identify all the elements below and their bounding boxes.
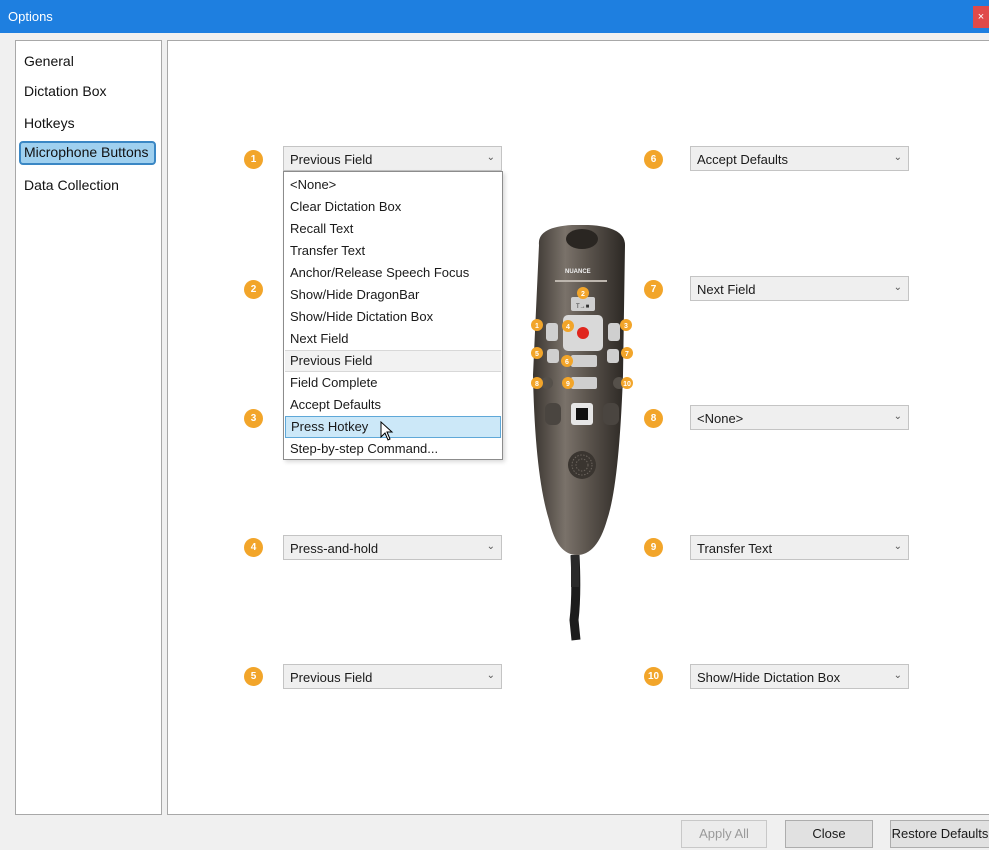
button-6-action-select[interactable]: Accept Defaults ⌄ — [690, 146, 909, 171]
device-callout-label: 7 — [625, 351, 629, 358]
device-callout-label: 1 — [535, 323, 539, 330]
select-value: Transfer Text — [697, 541, 773, 556]
right-key — [608, 323, 620, 341]
dropdown-option[interactable]: Clear Dictation Box — [285, 196, 501, 218]
dropdown-option[interactable]: Field Complete — [285, 372, 501, 394]
button-number-badge: 3 — [244, 409, 263, 428]
close-button[interactable]: Close — [785, 820, 873, 848]
button-number-badge: 7 — [644, 280, 663, 299]
button-number-badge: 1 — [244, 150, 263, 169]
select-value: Next Field — [697, 282, 756, 297]
device-callout-label: 3 — [624, 323, 628, 330]
button-10-action-select[interactable]: Show/Hide Dictation Box ⌄ — [690, 664, 909, 689]
play-stop-key — [571, 355, 597, 367]
device-callout-label: 5 — [535, 351, 539, 358]
dropdown-option[interactable]: Anchor/Release Speech Focus — [285, 262, 501, 284]
stop-icon — [576, 408, 588, 420]
device-callout-label: 6 — [565, 359, 569, 366]
forward-key — [607, 349, 619, 363]
dropdown-option[interactable]: Recall Text — [285, 218, 501, 240]
select-value: Show/Hide Dictation Box — [697, 670, 841, 685]
button-number-badge: 9 — [644, 538, 663, 557]
button-number-badge: 5 — [244, 667, 263, 686]
chevron-down-icon: ⌄ — [893, 541, 902, 552]
dropdown-option[interactable]: Show/Hide Dictation Box — [285, 306, 501, 328]
select-value: Press-and-hold — [290, 541, 379, 556]
close-window-button[interactable]: × — [973, 6, 989, 28]
button-9-action-select[interactable]: Transfer Text ⌄ — [690, 535, 909, 560]
sidebar-item-data-collection[interactable]: Data Collection — [24, 174, 119, 196]
dropdown-option[interactable]: Next Field — [285, 328, 501, 350]
button-number-badge: 10 — [644, 667, 663, 686]
button-number-badge: 2 — [244, 280, 263, 299]
button-7-action-select[interactable]: Next Field ⌄ — [690, 276, 909, 301]
chevron-down-icon: ⌄ — [486, 541, 495, 552]
dropdown-option[interactable]: Accept Defaults — [285, 394, 501, 416]
button-number-badge: 4 — [244, 538, 263, 557]
dropdown-option[interactable]: <None> — [285, 174, 501, 196]
button-8-action-select[interactable]: <None> ⌄ — [690, 405, 909, 430]
device-callout-label: 4 — [566, 324, 570, 331]
select-value: <None> — [697, 411, 744, 426]
select-value: Accept Defaults — [697, 152, 789, 167]
sidebar-item-dictation-box[interactable]: Dictation Box — [24, 80, 106, 102]
restore-defaults-button[interactable]: Restore Defaults — [890, 820, 989, 848]
options-sidebar: General Dictation Box Hotkeys Microphone… — [15, 40, 162, 815]
device-callout-label: 8 — [535, 381, 539, 388]
dropdown-option[interactable]: Step-by-step Command... — [285, 438, 501, 460]
dropdown-option-current[interactable]: Previous Field — [285, 350, 501, 372]
device-callout-label: 2 — [581, 291, 585, 298]
select-value: Previous Field — [290, 152, 373, 167]
lower-right-key — [603, 403, 619, 425]
rewind-key — [547, 349, 559, 363]
check-key — [571, 377, 597, 389]
record-icon — [577, 327, 589, 339]
chevron-down-icon: ⌄ — [893, 282, 902, 293]
chevron-down-icon: ⌄ — [486, 152, 495, 163]
dropdown-option[interactable]: Transfer Text — [285, 240, 501, 262]
microphone-device-image: NUANCE T→■ 1 2 3 4 5 6 7 8 9 10 — [531, 225, 633, 641]
lower-left-key — [545, 403, 561, 425]
dropdown-option[interactable]: Show/Hide DragonBar — [285, 284, 501, 306]
select-value: Previous Field — [290, 670, 373, 685]
cable-strain-relief — [571, 555, 579, 587]
sidebar-item-hotkeys[interactable]: Hotkeys — [24, 112, 75, 134]
button-5-action-select[interactable]: Previous Field ⌄ — [283, 664, 502, 689]
window-title: Options — [8, 9, 53, 24]
device-callout-label: 10 — [623, 381, 631, 388]
title-bar: Options × — [0, 0, 989, 33]
button-number-badge: 6 — [644, 150, 663, 169]
chevron-down-icon: ⌄ — [486, 670, 495, 681]
sidebar-item-general[interactable]: General — [24, 50, 74, 72]
button-number-badge: 8 — [644, 409, 663, 428]
top-key-label: T→■ — [576, 304, 590, 310]
action-dropdown-list[interactable]: <None> Clear Dictation Box Recall Text T… — [283, 171, 503, 460]
button-4-action-select[interactable]: Press-and-hold ⌄ — [283, 535, 502, 560]
top-grille — [566, 229, 598, 249]
mouse-cursor-icon — [380, 421, 394, 441]
chevron-down-icon: ⌄ — [893, 670, 902, 681]
apply-all-button[interactable]: Apply All — [681, 820, 767, 848]
chevron-down-icon: ⌄ — [893, 411, 902, 422]
device-callout-label: 9 — [566, 381, 570, 388]
sidebar-item-microphone-buttons[interactable]: Microphone Buttons — [19, 141, 156, 165]
left-key — [546, 323, 558, 341]
button-1-action-select[interactable]: Previous Field ⌄ — [283, 146, 502, 171]
brand-logo-text: NUANCE — [565, 269, 591, 275]
chevron-down-icon: ⌄ — [893, 152, 902, 163]
brand-stripe — [555, 280, 607, 282]
